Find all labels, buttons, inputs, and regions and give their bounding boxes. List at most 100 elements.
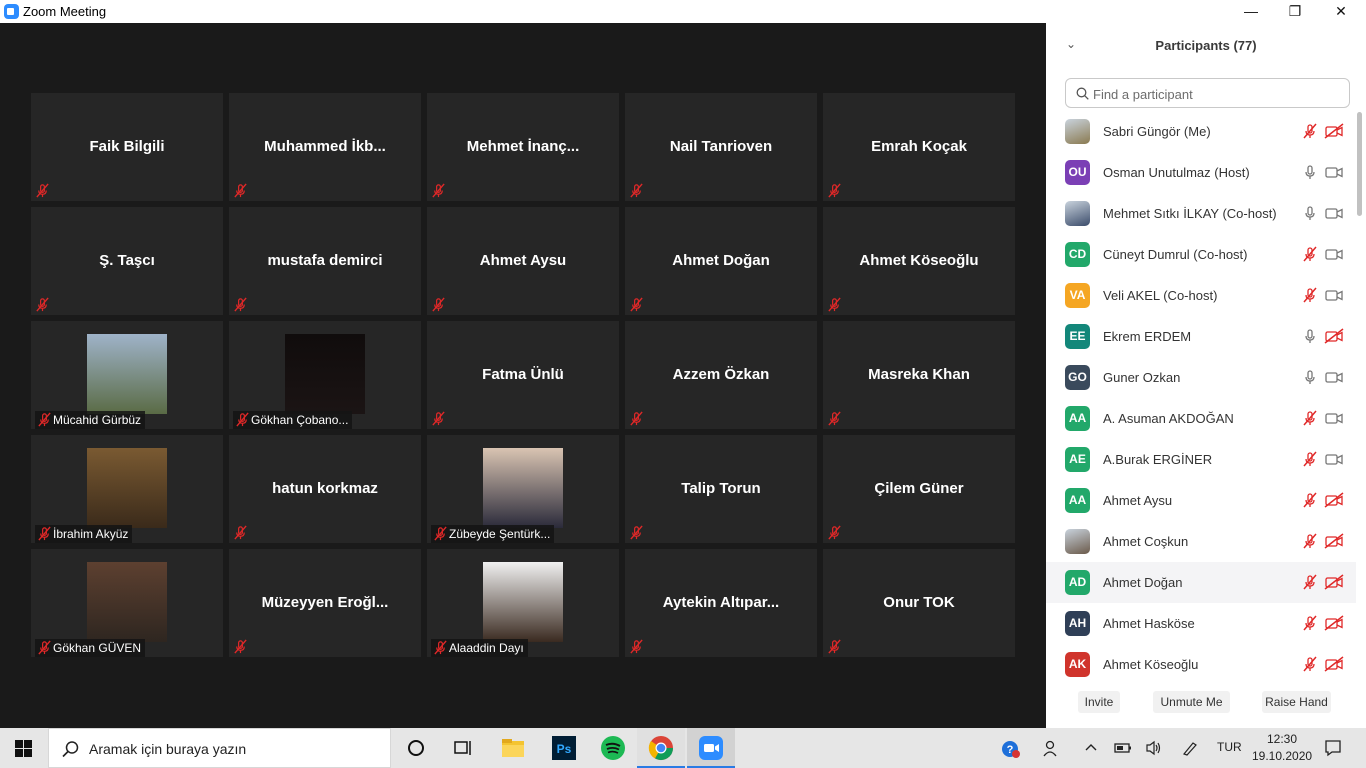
video-tile[interactable]: Fatma Ünlü [427,321,619,429]
participant-row[interactable]: Sabri Güngör (Me) [1046,111,1356,152]
start-icon[interactable] [15,740,32,757]
video-tile[interactable]: mustafa demirci [229,207,421,315]
video-tile[interactable]: hatun korkmaz [229,435,421,543]
participant-search-input[interactable] [1093,84,1343,104]
video-off-icon[interactable] [1324,328,1344,344]
participant-search[interactable] [1065,78,1350,108]
participant-row[interactable]: AE A.Burak ERGİNER [1046,439,1356,480]
spotify-icon[interactable] [599,734,627,762]
video-icon[interactable] [1324,287,1344,303]
video-tile[interactable]: Çilem Güner [823,435,1015,543]
raise-hand-button[interactable]: Raise Hand [1262,691,1331,713]
unmute-me-button[interactable]: Unmute Me [1153,691,1230,713]
participant-row[interactable]: AD Ahmet Doğan [1046,562,1356,603]
video-tile[interactable]: Ahmet Köseoğlu [823,207,1015,315]
close-button[interactable]: ✕ [1318,0,1364,23]
video-tile[interactable]: Talip Torun [625,435,817,543]
video-off-icon[interactable] [1324,533,1344,549]
video-off-icon[interactable] [1324,656,1344,672]
muted-mic-icon[interactable] [1302,615,1318,631]
task-view-icon[interactable] [453,738,473,758]
video-off-icon[interactable] [1324,123,1344,139]
video-tile[interactable]: Muhammed İkb... [229,93,421,201]
muted-mic-icon[interactable] [1302,656,1318,672]
video-tile[interactable]: Ahmet Doğan [625,207,817,315]
taskbar-search-box[interactable]: Aramak için buraya yazın [48,728,391,768]
video-off-icon[interactable] [1324,574,1344,590]
video-icon[interactable] [1324,246,1344,262]
video-off-icon[interactable] [1324,615,1344,631]
video-tile[interactable]: Onur TOK [823,549,1015,657]
video-tile[interactable]: Ş. Taşcı [31,207,223,315]
participant-row[interactable]: EE Ekrem ERDEM [1046,316,1356,357]
chevron-up-icon[interactable] [1084,741,1098,753]
video-tile[interactable]: Faik Bilgili [31,93,223,201]
notifications-icon[interactable] [1324,739,1342,757]
video-tile[interactable]: Mücahid Gürbüz [31,321,223,429]
video-tile-name: Onur TOK [883,594,955,611]
video-tile[interactable]: Gökhan Çobano... [229,321,421,429]
participant-row[interactable]: Ahmet Coşkun [1046,521,1356,562]
participant-row[interactable]: GO Guner Ozkan [1046,357,1356,398]
participant-row[interactable]: CD Cüneyt Dumrul (Co-host) [1046,234,1356,275]
video-tile[interactable]: Mehmet İnanç... [427,93,619,201]
minimize-button[interactable]: — [1228,0,1274,23]
participant-row[interactable]: AK Ahmet Köseoğlu [1046,644,1356,685]
video-tile[interactable]: Müzeyyen Eroğl... [229,549,421,657]
video-tile-name: Fatma Ünlü [482,366,564,383]
video-icon[interactable] [1324,451,1344,467]
photoshop-icon[interactable]: Ps [550,734,578,762]
video-icon[interactable] [1324,410,1344,426]
muted-mic-icon[interactable] [1302,451,1318,467]
help-notification-icon[interactable]: ? [1000,738,1022,760]
file-explorer-icon[interactable] [499,734,527,762]
participant-row[interactable]: VA Veli AKEL (Co-host) [1046,275,1356,316]
mic-icon[interactable] [1302,369,1318,385]
participant-row[interactable]: OU Osman Unutulmaz (Host) [1046,152,1356,193]
participant-row[interactable]: Mehmet Sıtkı İLKAY (Co-host) [1046,193,1356,234]
participant-video-image [87,562,167,642]
clock-date[interactable]: 19.10.2020 [1252,749,1312,763]
zoom-icon[interactable] [697,734,725,762]
chrome-icon[interactable] [647,734,675,762]
video-tile[interactable]: İbrahim Akyüz [31,435,223,543]
cortana-icon[interactable] [406,738,426,758]
input-language[interactable]: TUR [1217,740,1242,754]
video-tile[interactable]: Nail Tanrioven [625,93,817,201]
video-tile[interactable]: Ahmet Aysu [427,207,619,315]
muted-mic-icon[interactable] [1302,246,1318,262]
muted-mic-icon[interactable] [1302,123,1318,139]
volume-icon[interactable] [1145,740,1163,756]
maximize-button[interactable]: ❐ [1272,0,1318,23]
mic-icon[interactable] [1302,328,1318,344]
video-icon[interactable] [1324,164,1344,180]
muted-mic-icon[interactable] [1302,533,1318,549]
video-tile[interactable]: Masreka Khan [823,321,1015,429]
muted-mic-icon[interactable] [1302,492,1318,508]
muted-mic-icon[interactable] [1302,410,1318,426]
pen-icon[interactable] [1181,740,1199,756]
mic-icon[interactable] [1302,205,1318,221]
mic-icon[interactable] [1302,164,1318,180]
muted-mic-icon[interactable] [1302,574,1318,590]
participant-row[interactable]: AA Ahmet Aysu [1046,480,1356,521]
video-tile[interactable]: Aytekin Altıpar... [625,549,817,657]
video-icon[interactable] [1324,369,1344,385]
video-tile[interactable]: Zübeyde Şentürk... [427,435,619,543]
video-off-icon[interactable] [1324,492,1344,508]
clock-time[interactable]: 12:30 [1267,732,1297,746]
video-tile[interactable]: Alaaddin Dayı [427,549,619,657]
video-tile[interactable]: Gökhan GÜVEN [31,549,223,657]
video-icon[interactable] [1324,205,1344,221]
video-tile[interactable]: Azzem Özkan [625,321,817,429]
battery-icon[interactable] [1114,741,1132,755]
video-tile[interactable]: Emrah Koçak [823,93,1015,201]
participant-row[interactable]: AA A. Asuman AKDOĞAN [1046,398,1356,439]
muted-mic-icon[interactable] [1302,287,1318,303]
video-tile-name: Aytekin Altıpar... [662,594,780,611]
people-icon[interactable] [1043,739,1061,757]
participant-list-scrollbar[interactable] [1357,112,1362,216]
participant-row[interactable]: AH Ahmet Hasköse [1046,603,1356,644]
video-tile-name: mustafa demirci [267,252,383,269]
invite-button[interactable]: Invite [1078,691,1120,713]
